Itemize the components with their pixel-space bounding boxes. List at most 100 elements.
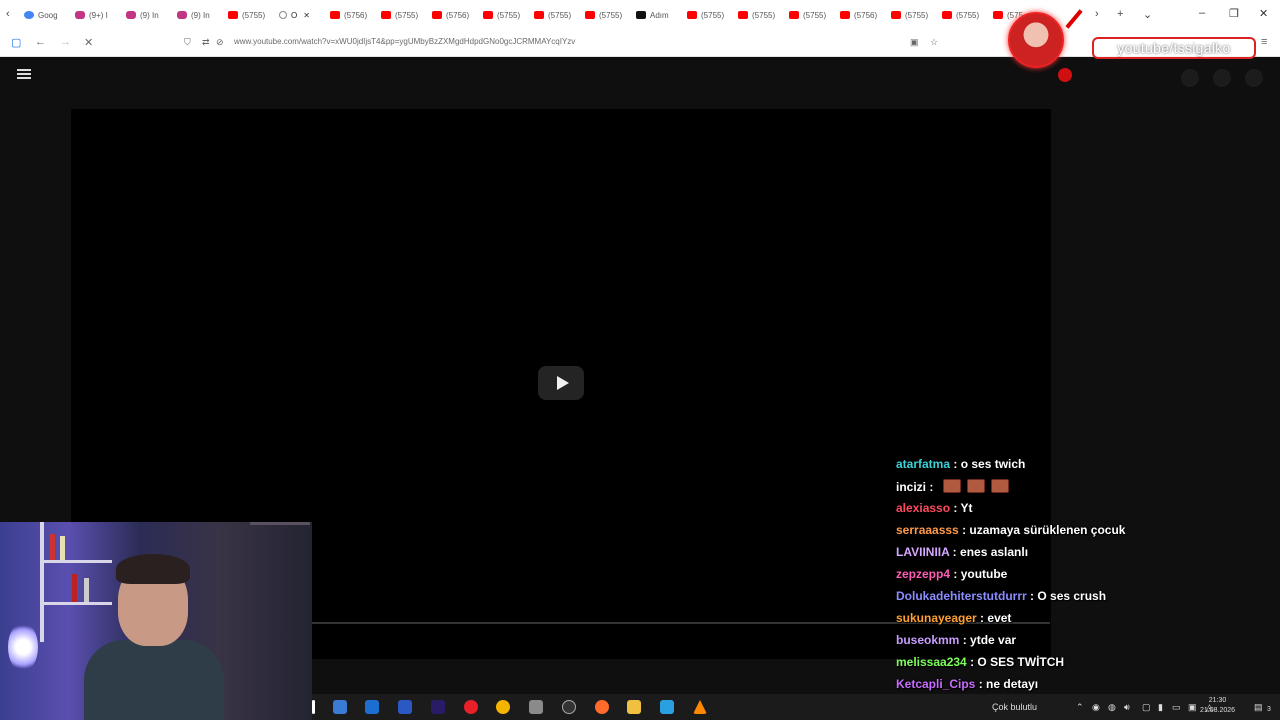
- store-icon[interactable]: [333, 700, 347, 714]
- tab-list-chevron-icon[interactable]: ⌄: [1143, 8, 1152, 21]
- browser-tab[interactable]: (9+) I: [75, 6, 122, 24]
- browser-tab[interactable]: Adım: [636, 6, 683, 24]
- bookmark-star-icon[interactable]: ☆: [930, 37, 938, 48]
- opera-icon[interactable]: [464, 700, 478, 714]
- youtube-icon: [993, 11, 1003, 19]
- live-dot-icon: [1058, 68, 1072, 82]
- new-tab-icon[interactable]: +: [1117, 8, 1123, 20]
- vlc-icon[interactable]: [693, 700, 707, 714]
- app-menu-icon[interactable]: ≡: [1261, 36, 1267, 48]
- browser-tab[interactable]: Goog: [24, 6, 71, 24]
- microphone-icon[interactable]: ▮: [1158, 702, 1163, 713]
- hamburger-menu-icon[interactable]: [17, 69, 31, 79]
- account-avatar[interactable]: [1245, 69, 1263, 87]
- tracking-protection-icon[interactable]: ⊘: [216, 37, 224, 48]
- permissions-icon[interactable]: ⇄: [202, 37, 210, 48]
- taskbar-edge: [312, 700, 315, 714]
- url-text[interactable]: www.youtube.com/watch?v=xWU0jdIjsT4&pp=y…: [234, 37, 575, 46]
- sidebar-tabs-icon[interactable]: ▢: [11, 36, 21, 49]
- tab-label: (5755): [599, 10, 623, 20]
- browser-tab[interactable]: (5755): [942, 6, 989, 24]
- youtube-icon: [228, 11, 238, 19]
- settings-app-icon[interactable]: [529, 700, 543, 714]
- youtube-icon: [381, 11, 391, 19]
- notifications-icon[interactable]: [1213, 69, 1231, 87]
- chat-text: ytde var: [970, 633, 1017, 647]
- chat-username: sukunayeager: [896, 611, 977, 625]
- stop-loading-icon[interactable]: ✕: [84, 36, 93, 49]
- play-button[interactable]: [538, 366, 584, 400]
- youtube-icon: [687, 11, 697, 19]
- youtube-icon: [534, 11, 544, 19]
- tray-overflow-icon[interactable]: ⌃: [1076, 702, 1084, 713]
- tab-label: (5755): [956, 10, 980, 20]
- obs-icon[interactable]: [562, 700, 576, 714]
- notification-center-icon[interactable]: ▤: [1254, 702, 1263, 713]
- browser-tab[interactable]: (5756): [432, 6, 479, 24]
- chat-message: sukunayeager : evet: [896, 611, 1011, 629]
- tab-label: (5756): [446, 10, 470, 20]
- picture-in-picture-icon[interactable]: ▣: [910, 37, 919, 48]
- browser-tab[interactable]: (9) In: [177, 6, 224, 24]
- browser-tab[interactable]: (5755): [585, 6, 632, 24]
- browser-tab[interactable]: (5755): [789, 6, 836, 24]
- tab-label: (5756): [344, 10, 368, 20]
- tab-label: (5755): [395, 10, 419, 20]
- chat-separator: :: [966, 655, 978, 669]
- premiere-icon[interactable]: [431, 700, 445, 714]
- tab-scroll-right-icon[interactable]: ›: [1095, 8, 1099, 20]
- youtube-icon: [585, 11, 595, 19]
- tab-label: (9) In: [191, 10, 210, 20]
- taskbar-clock[interactable]: 21:30 21.08.2026: [1200, 696, 1235, 716]
- close-window-icon[interactable]: ✕: [1259, 7, 1268, 20]
- chat-text: ne detayı: [986, 677, 1039, 691]
- tray-app-icon[interactable]: ▢: [1142, 702, 1151, 713]
- tab-scroll-left-icon[interactable]: ‹: [6, 8, 10, 20]
- browser-tab[interactable]: (5755): [534, 6, 581, 24]
- chat-username: buseokmm: [896, 633, 960, 647]
- chat-text: O SES TWİTCH: [977, 655, 1065, 669]
- chrome-icon[interactable]: [496, 700, 510, 714]
- browser-tab[interactable]: (5755): [381, 6, 428, 24]
- tab-label: (9) In: [140, 10, 159, 20]
- browser-tab[interactable]: (5755): [483, 6, 530, 24]
- browser-tab[interactable]: (5755): [687, 6, 734, 24]
- google-icon: [24, 11, 34, 19]
- tray-app-icon[interactable]: ◍: [1108, 702, 1116, 713]
- chat-separator: :: [958, 523, 970, 537]
- forward-icon[interactable]: →: [60, 36, 71, 48]
- chat-text: O ses crush: [1037, 589, 1107, 603]
- back-icon[interactable]: ←: [35, 36, 46, 48]
- browser-tab[interactable]: (5755): [891, 6, 938, 24]
- address-bar[interactable]: ⛉ ⇄ ⊘ www.youtube.com/watch?v=xWU0jdIjsT…: [178, 34, 948, 53]
- tray-app-icon[interactable]: ▣: [1188, 702, 1197, 713]
- shield-icon[interactable]: ⛉: [184, 37, 191, 48]
- browser-tab[interactable]: (5755): [738, 6, 785, 24]
- browser-tab[interactable]: O ✕: [279, 6, 326, 24]
- chat-separator: :: [976, 611, 988, 625]
- tray-app-icon[interactable]: ◉: [1092, 702, 1100, 713]
- paint-icon[interactable]: [660, 700, 674, 714]
- close-tab-icon[interactable]: ✕: [303, 11, 310, 20]
- channel-handle-badge: youtube/tssigalko: [1092, 37, 1256, 59]
- game-icon[interactable]: [398, 700, 412, 714]
- youtube-icon: [330, 11, 340, 19]
- tray-app-icon[interactable]: ▭: [1172, 702, 1181, 713]
- browser-tab[interactable]: (5756): [330, 6, 377, 24]
- chat-text: uzamaya sürüklenen çocuk: [969, 523, 1126, 537]
- file-explorer-icon[interactable]: [627, 700, 641, 714]
- browser-tab[interactable]: (9) In: [126, 6, 173, 24]
- tab-label: (5755): [548, 10, 572, 20]
- firefox-icon[interactable]: [595, 700, 609, 714]
- minimize-icon[interactable]: –: [1199, 7, 1205, 19]
- browser-tab[interactable]: (5755): [228, 6, 275, 24]
- create-icon[interactable]: [1181, 69, 1199, 87]
- youtube-icon: [891, 11, 901, 19]
- mail-icon[interactable]: [365, 700, 379, 714]
- chat-username: melissaa234: [896, 655, 967, 669]
- volume-icon[interactable]: 🔊︎: [1124, 702, 1130, 713]
- chat-message: alexiasso : Yt: [896, 501, 973, 519]
- restore-icon[interactable]: ❐: [1229, 7, 1239, 20]
- browser-tab[interactable]: (5756): [840, 6, 887, 24]
- weather-text[interactable]: Çok bulutlu: [992, 702, 1037, 712]
